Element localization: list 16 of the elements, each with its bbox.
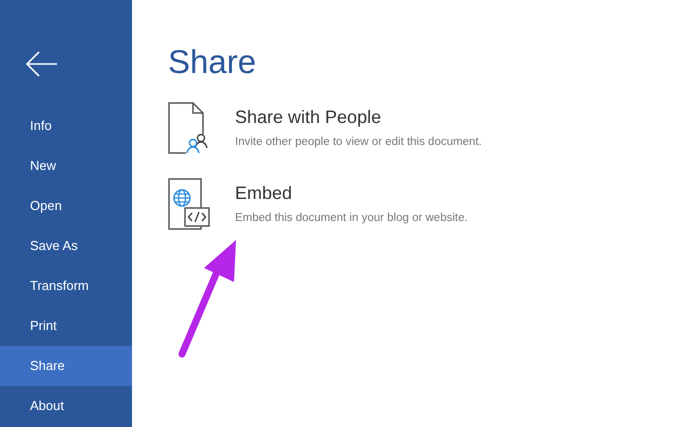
sidebar-item[interactable]: New (0, 146, 132, 186)
sidebar-item[interactable]: Share (0, 346, 132, 386)
sidebar-item[interactable]: Open (0, 186, 132, 226)
option-description: Embed this document in your blog or website. (235, 211, 468, 226)
option-title[interactable]: Embed (235, 180, 468, 207)
back-arrow-icon (26, 51, 58, 77)
sidebar-item[interactable]: About (0, 386, 132, 426)
sidebar-item[interactable]: Print (0, 306, 132, 346)
sidebar-item[interactable]: Save As (0, 226, 132, 266)
document-with-globe-and-code-icon (168, 178, 210, 230)
page-title: Share (168, 42, 258, 82)
document-with-person-icon (168, 102, 210, 154)
option-description: Invite other people to view or edit this document. (235, 135, 482, 150)
sidebar-item[interactable]: Transform (0, 266, 132, 306)
option-title[interactable]: Share with People (235, 104, 482, 131)
sidebar-item[interactable]: Info (0, 106, 132, 146)
